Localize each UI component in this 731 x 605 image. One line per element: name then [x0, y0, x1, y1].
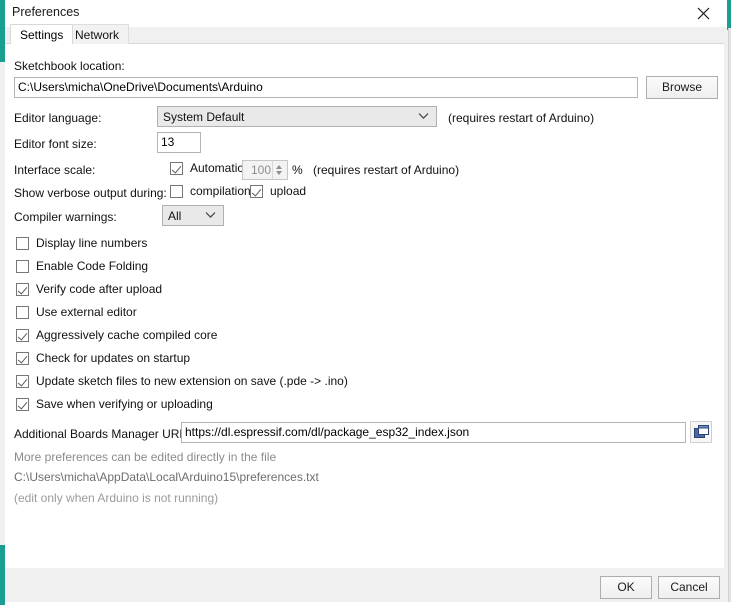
- checkbox-box: [16, 397, 29, 411]
- open-window-icon[interactable]: [690, 421, 712, 443]
- window-accent-edge-right: [727, 0, 731, 30]
- chevron-down-icon: [418, 108, 429, 122]
- compiler-warnings-select[interactable]: All: [162, 205, 224, 226]
- editor-language-value: System Default: [163, 110, 245, 124]
- dialog-footer: OK Cancel: [5, 568, 724, 602]
- compiler-warnings-label: Compiler warnings:: [14, 210, 117, 224]
- interface-scale-stepper[interactable]: 100: [242, 160, 288, 180]
- window-title: Preferences: [12, 5, 80, 19]
- verbose-compilation-label: compilation: [190, 184, 251, 198]
- close-icon[interactable]: [683, 0, 723, 27]
- checkbox-save-when-verifying-or-uploading[interactable]: Save when verifying or uploading: [16, 397, 213, 411]
- list-item-label: Save when verifying or uploading: [36, 397, 213, 411]
- chevron-down-icon: [205, 207, 216, 221]
- interface-scale-automatic-label: Automatic: [190, 161, 244, 175]
- list-item-label: Verify code after upload: [36, 282, 163, 296]
- checkbox-box: [250, 184, 263, 198]
- footnote-line-3: (edit only when Arduino is not running): [14, 491, 219, 505]
- boards-manager-urls-input[interactable]: https://dl.espressif.com/dl/package_esp3…: [181, 422, 686, 443]
- footnote-line-1: More preferences can be edited directly …: [14, 450, 277, 464]
- editor-language-label: Editor language:: [14, 111, 102, 125]
- tab-strip: Settings Network: [5, 24, 724, 44]
- checkbox-box: [170, 161, 183, 175]
- editor-font-size-input[interactable]: 13: [157, 132, 201, 153]
- tab-settings[interactable]: Settings: [10, 24, 74, 44]
- stepper-arrows-icon[interactable]: [272, 161, 285, 179]
- sketchbook-location-label: Sketchbook location:: [14, 59, 125, 73]
- checkbox-verify-code-after-upload[interactable]: Verify code after upload: [16, 282, 162, 296]
- list-item-label: Check for updates on startup: [36, 351, 191, 365]
- interface-scale-restart-note: (requires restart of Arduino): [313, 163, 460, 177]
- ok-button[interactable]: OK: [600, 576, 652, 599]
- verbose-compilation-checkbox[interactable]: compilation: [170, 184, 251, 198]
- browse-button[interactable]: Browse: [646, 76, 718, 99]
- settings-panel: Sketchbook location: C:\Users\micha\OneD…: [5, 44, 724, 568]
- verbose-upload-label: upload: [270, 184, 307, 198]
- interface-scale-percent-symbol: %: [292, 163, 303, 177]
- compiler-warnings-value: All: [168, 209, 182, 223]
- preferences-dialog: Preferences Settings Network Sketchbook …: [0, 0, 731, 605]
- checkbox-box: [16, 236, 29, 250]
- editor-font-size-label: Editor font size:: [14, 137, 97, 151]
- verbose-output-label: Show verbose output during:: [14, 186, 167, 200]
- checkbox-box: [16, 351, 29, 365]
- list-item-label: Aggressively cache compiled core: [36, 328, 218, 342]
- checkbox-display-line-numbers[interactable]: Display line numbers: [16, 236, 147, 250]
- verbose-upload-checkbox[interactable]: upload: [250, 184, 306, 198]
- footnote-preferences-path: C:\Users\micha\AppData\Local\Arduino15\p…: [14, 470, 319, 484]
- editor-language-restart-note: (requires restart of Arduino): [448, 111, 595, 125]
- checkbox-box: [16, 328, 29, 342]
- checkbox-box: [170, 184, 183, 198]
- interface-scale-automatic-checkbox[interactable]: Automatic: [170, 161, 243, 175]
- tab-network[interactable]: Network: [65, 24, 130, 44]
- checkbox-use-external-editor[interactable]: Use external editor: [16, 305, 137, 319]
- list-item-label: Update sketch files to new extension on …: [36, 374, 348, 388]
- checkbox-check-for-updates-on-startup[interactable]: Check for updates on startup: [16, 351, 190, 365]
- checkbox-box: [16, 259, 29, 273]
- checkbox-update-sketch-files-extension[interactable]: Update sketch files to new extension on …: [16, 374, 348, 388]
- checkbox-box: [16, 374, 29, 388]
- boards-manager-urls-label: Additional Boards Manager URLs:: [14, 427, 196, 441]
- sketchbook-location-input[interactable]: C:\Users\micha\OneDrive\Documents\Arduin…: [14, 77, 638, 98]
- cancel-button[interactable]: Cancel: [658, 576, 720, 599]
- interface-scale-value: 100: [250, 163, 271, 177]
- interface-scale-label: Interface scale:: [14, 163, 96, 177]
- list-item-label: Display line numbers: [36, 236, 148, 250]
- list-item-label: Enable Code Folding: [36, 259, 149, 273]
- checkbox-enable-code-folding[interactable]: Enable Code Folding: [16, 259, 148, 273]
- title-bar: Preferences: [5, 0, 727, 27]
- checkbox-aggressively-cache-compiled-core[interactable]: Aggressively cache compiled core: [16, 328, 217, 342]
- editor-language-select[interactable]: System Default: [157, 106, 437, 127]
- checkbox-box: [16, 282, 29, 296]
- checkbox-box: [16, 305, 29, 319]
- list-item-label: Use external editor: [36, 305, 137, 319]
